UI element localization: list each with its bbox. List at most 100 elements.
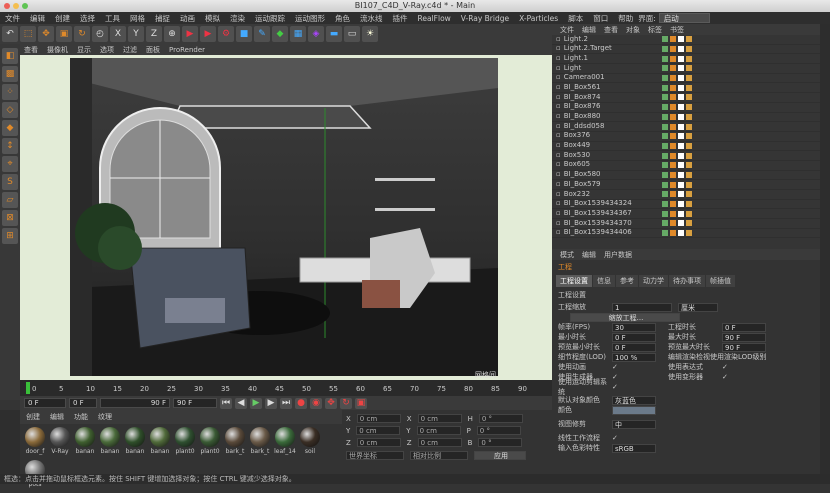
key-rot-icon[interactable]: ↻ <box>340 397 352 409</box>
grid-icon[interactable]: ⊞ <box>2 228 18 244</box>
tag-icon[interactable] <box>685 84 692 91</box>
material-item[interactable]: soil <box>299 427 321 457</box>
points-mode-icon[interactable]: ⁘ <box>2 84 18 100</box>
menu-tools[interactable]: 工具 <box>100 13 125 24</box>
mat-menu-texture[interactable]: 纹理 <box>98 412 112 422</box>
coord-field[interactable]: 0 ° <box>478 438 523 447</box>
tag-icon[interactable] <box>661 104 668 111</box>
input-color-select[interactable]: sRGB <box>612 443 656 453</box>
coord-field[interactable]: 0 cm <box>356 438 401 447</box>
tag-icon[interactable] <box>677 113 684 120</box>
tag-icon[interactable] <box>677 152 684 159</box>
tag-icon[interactable] <box>661 162 668 169</box>
tweak-mode-icon[interactable]: ⌖ <box>2 156 18 172</box>
coord-field[interactable]: 0 cm <box>417 414 462 423</box>
tag-icon[interactable] <box>677 171 684 178</box>
snap-icon[interactable]: S <box>2 174 18 190</box>
obj-menu-bookmarks[interactable]: 书签 <box>670 25 684 35</box>
timeline[interactable]: 0 5 10 15 20 25 30 35 40 45 50 55 60 65 70 75 80 85 90 <box>20 380 552 396</box>
field-value[interactable]: 0 F <box>612 332 656 342</box>
attr-menu-userdata[interactable]: 用户数据 <box>604 250 632 260</box>
tag-icon[interactable] <box>685 94 692 101</box>
tag-icon[interactable] <box>669 36 676 43</box>
tag-icon[interactable] <box>661 84 668 91</box>
texture-mode-icon[interactable]: ▩ <box>2 66 18 82</box>
tag-icon[interactable] <box>669 55 676 62</box>
tag-icon[interactable] <box>661 191 668 198</box>
menu-character[interactable]: 角色 <box>330 13 355 24</box>
tab-todo[interactable]: 待办事项 <box>669 275 705 287</box>
tag-icon[interactable] <box>669 210 676 217</box>
tag-icon[interactable] <box>677 220 684 227</box>
tag-icon[interactable] <box>661 94 668 101</box>
tag-icon[interactable] <box>685 75 692 82</box>
pen-icon[interactable]: ✎ <box>254 26 270 42</box>
goto-start-icon[interactable]: ⏮ <box>220 397 232 409</box>
field-value[interactable]: 0 F <box>612 342 656 352</box>
obj-menu-edit[interactable]: 编辑 <box>582 25 596 35</box>
tag-icon[interactable] <box>677 84 684 91</box>
field-value[interactable]: 90 F <box>722 332 766 342</box>
workplane-icon[interactable]: ▱ <box>2 192 18 208</box>
checkbox-icon[interactable]: ✓ <box>722 373 728 381</box>
close-icon[interactable] <box>4 3 10 9</box>
deformer-icon[interactable]: ◈ <box>308 26 324 42</box>
default-color-select[interactable]: 灰蓝色 <box>612 395 656 405</box>
tag-icon[interactable] <box>661 210 668 217</box>
coord-field[interactable]: 0 cm <box>417 438 462 447</box>
lod-field[interactable]: 100 % <box>612 352 656 362</box>
tag-icon[interactable] <box>685 104 692 111</box>
tag-icon[interactable] <box>669 104 676 111</box>
menu-snap[interactable]: 捕捉 <box>150 13 175 24</box>
window-controls[interactable] <box>4 3 28 9</box>
obj-menu-view[interactable]: 查看 <box>604 25 618 35</box>
checkbox-icon[interactable]: ✓ <box>612 373 656 381</box>
material-item[interactable]: banan <box>74 427 96 457</box>
vp-menu-prorender[interactable]: ProRender <box>165 46 209 54</box>
obj-menu-file[interactable]: 文件 <box>560 25 574 35</box>
menu-plugins[interactable]: 插件 <box>388 13 413 24</box>
coord-field[interactable]: 0 ° <box>476 426 521 435</box>
render-settings-icon[interactable]: ⚙ <box>218 26 234 42</box>
attr-menu-mode[interactable]: 模式 <box>560 250 574 260</box>
coord-mode-select[interactable]: 世界坐标 <box>346 451 404 460</box>
mat-menu-edit[interactable]: 编辑 <box>50 412 64 422</box>
tag-icon[interactable] <box>661 55 668 62</box>
tag-icon[interactable] <box>677 191 684 198</box>
vp-menu-view[interactable]: 查看 <box>20 45 42 55</box>
tag-icon[interactable] <box>661 65 668 72</box>
tag-icon[interactable] <box>669 65 676 72</box>
tag-icon[interactable] <box>677 55 684 62</box>
tag-icon[interactable] <box>685 181 692 188</box>
end-frame-field[interactable]: 90 F <box>100 398 170 408</box>
menu-mesh[interactable]: 网格 <box>125 13 150 24</box>
tag-icon[interactable] <box>661 123 668 130</box>
tag-icon[interactable] <box>669 94 676 101</box>
vp-menu-camera[interactable]: 摄像机 <box>43 45 72 55</box>
checkbox-icon[interactable]: ✓ <box>722 363 728 371</box>
tag-icon[interactable] <box>669 142 676 149</box>
tab-reference[interactable]: 参考 <box>616 275 638 287</box>
tag-icon[interactable] <box>661 36 668 43</box>
tag-icon[interactable] <box>685 113 692 120</box>
layout-select[interactable]: 启动 <box>658 13 710 23</box>
select-icon[interactable]: ⬚ <box>20 26 36 42</box>
tag-icon[interactable] <box>661 46 668 53</box>
tab-dynamics[interactable]: 动力学 <box>639 275 668 287</box>
checkbox-icon[interactable]: ✓ <box>612 363 656 371</box>
obj-menu-object[interactable]: 对象 <box>626 25 640 35</box>
field-value[interactable]: 90 F <box>722 342 766 352</box>
tag-icon[interactable] <box>669 162 676 169</box>
scale-unit-select[interactable]: 厘米 <box>678 302 718 312</box>
tag-icon[interactable] <box>669 152 676 159</box>
autokey-icon[interactable]: ◉ <box>310 397 322 409</box>
scale-field[interactable]: 1 <box>612 302 672 312</box>
vp-menu-display[interactable]: 显示 <box>73 45 95 55</box>
field-value[interactable]: 0 F <box>722 322 766 332</box>
tag-icon[interactable] <box>661 152 668 159</box>
edges-mode-icon[interactable]: ◇ <box>2 102 18 118</box>
menu-xparticles[interactable]: X-Particles <box>514 14 563 23</box>
checkbox-icon[interactable]: ✓ <box>612 434 618 442</box>
tag-icon[interactable] <box>685 191 692 198</box>
tag-icon[interactable] <box>677 142 684 149</box>
